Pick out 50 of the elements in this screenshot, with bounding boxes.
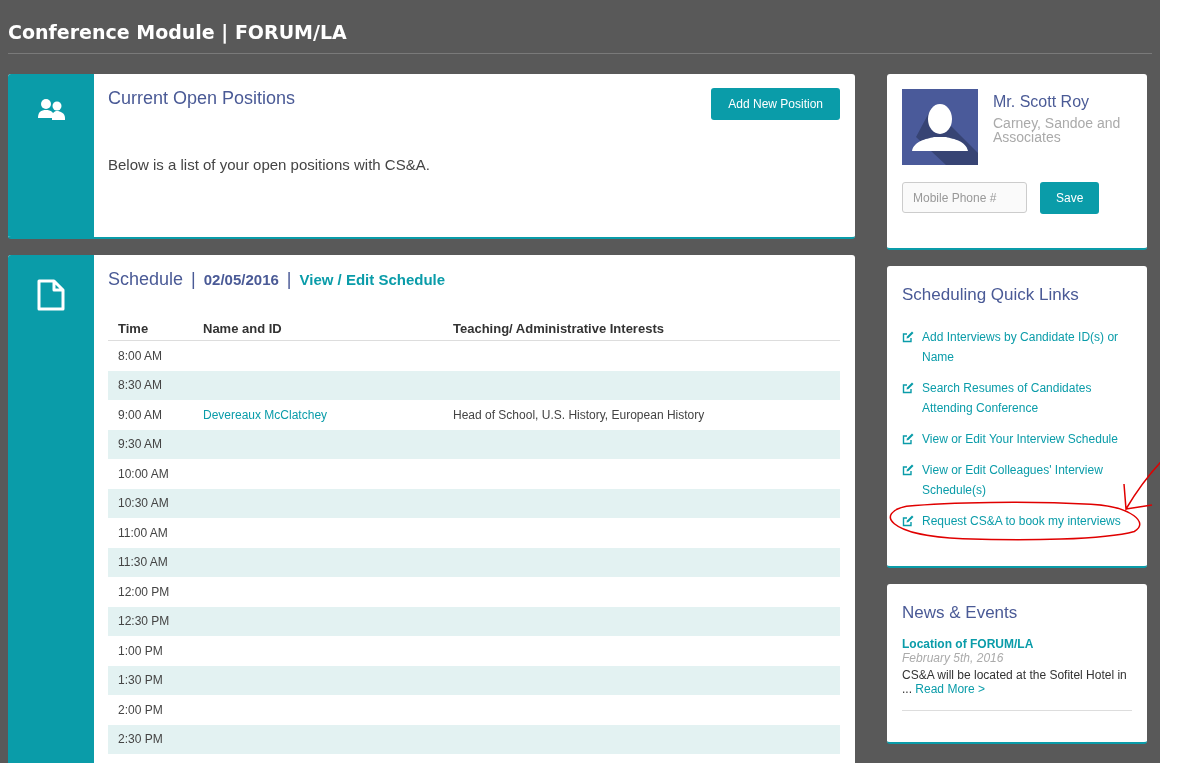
positions-description: Below is a list of your open positions with CS&A.	[108, 156, 431, 173]
news-summary: CS&A will be located at the Sofitel Hotel in ... Read More >	[902, 668, 1132, 711]
phone-input[interactable]: Mobile Phone #	[902, 182, 1027, 213]
news-title[interactable]: Location of FORUM/LA	[902, 637, 1132, 651]
time-cell-text: 2:30 PM	[117, 732, 164, 747]
edit-icon	[902, 433, 914, 445]
quick-link[interactable]: Search Resumes of Candidates Attending Conference	[902, 378, 1132, 418]
column-header: Name and ID	[202, 320, 283, 336]
candidate-link[interactable]: Devereaux McClatchey	[193, 407, 328, 422]
edit-icon	[902, 464, 914, 476]
quick-link[interactable]: View or Edit Your Interview Schedule	[902, 429, 1132, 449]
add-position-button[interactable]: Add New Position	[711, 88, 840, 120]
section-title: Schedule	[108, 269, 184, 290]
page-title: Conference Module | FORUM/LA	[8, 19, 347, 43]
time-cell-text: 2:00 PM	[117, 702, 164, 717]
quick-link[interactable]: Request CS&A to book my interviews	[902, 511, 1132, 531]
news-date: February 5th, 2016	[902, 651, 1005, 665]
separator: |	[286, 269, 292, 290]
save-button[interactable]: Save	[1040, 182, 1100, 214]
time-cell-text: 1:00 PM	[117, 643, 164, 658]
time-cell-text: 12:30 PM	[117, 614, 171, 629]
section-title: Current Open Positions	[108, 88, 296, 109]
interests-cell-text: Head of School, U.S. History, European History	[452, 407, 706, 422]
read-more-link[interactable]: Read More >	[915, 682, 986, 696]
column-header: Time	[117, 320, 150, 336]
time-cell-text: 8:00 AM	[117, 348, 164, 363]
quick-link[interactable]: Add Interviews by Candidate ID(s) or Name	[902, 327, 1132, 367]
time-cell-text: 9:00 AM	[117, 407, 164, 422]
time-cell-text: 10:00 AM	[117, 466, 170, 481]
separator: |	[191, 269, 196, 290]
time-cell-text: 10:30 AM	[117, 496, 170, 511]
time-cell-text: 9:30 AM	[117, 437, 164, 452]
time-cell-text: 11:30 AM	[117, 555, 169, 570]
edit-icon	[902, 382, 914, 394]
users-icon	[37, 98, 65, 120]
edit-schedule-link[interactable]: View / Edit Schedule	[299, 271, 446, 288]
edit-icon	[902, 331, 914, 343]
time-cell-text: 11:00 AM	[117, 525, 169, 540]
time-cell-text: 8:30 AM	[117, 378, 164, 393]
document-icon	[37, 279, 65, 311]
profile-name: Mr. Scott Roy	[993, 93, 1091, 111]
time-cell-text: 12:00 PM	[117, 584, 171, 599]
profile-company: Carney, Sandoe and Associates	[993, 116, 1122, 144]
panel-title: Scheduling Quick Links	[902, 285, 1080, 305]
quick-link[interactable]: View or Edit Colleagues' Interview Schedule(s)	[902, 460, 1132, 500]
column-header: Teaching/ Administrative Interests	[452, 320, 665, 336]
schedule-date: 02/05/2016	[203, 271, 279, 288]
edit-icon	[902, 515, 914, 527]
time-cell-text: 1:30 PM	[117, 673, 164, 688]
panel-title: News & Events	[902, 603, 1019, 623]
